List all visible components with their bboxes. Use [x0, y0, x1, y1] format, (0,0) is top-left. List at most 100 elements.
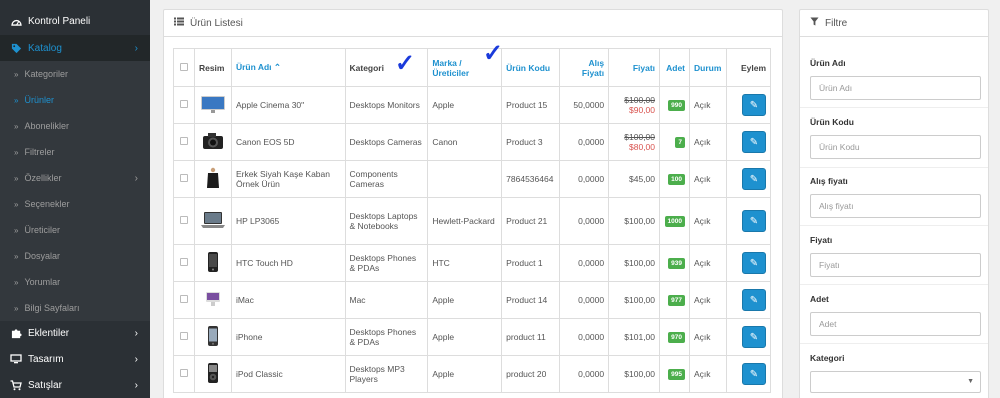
product-quantity: 970 [659, 318, 690, 356]
sort-asc-icon: ⌃ [273, 62, 282, 72]
product-category: Mac [344, 281, 429, 319]
filter-label-code: Ürün Kodu [810, 117, 854, 127]
row-checkbox[interactable] [173, 160, 195, 198]
edit-button[interactable]: ✎ [742, 363, 766, 385]
product-table: Resim Ürün Adı ⌃ Kategori Marka / Üretic… [173, 48, 772, 393]
sidebar-subitem-label: Yorumlar [24, 277, 61, 287]
product-image [193, 86, 232, 124]
column-header-purchase-price[interactable]: Alış Fiyatı [559, 48, 610, 87]
product-status: Açık [689, 86, 727, 124]
sidebar-subitem-attributes[interactable]: » Özellikler › [0, 165, 150, 191]
checkbox-box[interactable] [179, 174, 188, 182]
row-checkbox[interactable] [173, 86, 195, 124]
laptop-thumbnail [200, 212, 225, 228]
sidebar-item-label: Tasarım [28, 353, 64, 365]
sidebar-subitem-products[interactable]: » Ürünler [0, 87, 150, 113]
filter-group-category: Kategori ▼ [800, 353, 988, 393]
sidebar-item-design[interactable]: Tasarım › [0, 346, 150, 372]
annotation-checkmark-icon: ✓ [395, 50, 416, 77]
product-purchase-price: 0,0000 [559, 197, 610, 245]
checkbox-box[interactable] [179, 369, 188, 377]
product-status: Açık [689, 318, 727, 356]
filter-panel: Filtre Ürün Adı Ürün Adı Ürün Kodu Ürün … [799, 9, 989, 398]
product-quantity: 977 [659, 281, 690, 319]
edit-button[interactable]: ✎ [742, 326, 766, 348]
column-header-status[interactable]: Durum [689, 48, 727, 87]
table-row: HTC Touch HD Desktops Phones & PDAs HTC … [173, 244, 772, 282]
product-category: Desktops Phones & PDAs [344, 244, 429, 282]
row-checkbox[interactable] [173, 355, 195, 393]
row-checkbox[interactable] [173, 123, 195, 161]
edit-button[interactable]: ✎ [742, 289, 766, 311]
product-category: Desktops Laptops & Notebooks [344, 197, 429, 245]
product-name-filter-input[interactable]: Ürün Adı [810, 76, 981, 100]
product-image [193, 197, 232, 245]
product-brand: Canon [427, 123, 503, 161]
edit-button[interactable]: ✎ [742, 94, 766, 116]
sidebar-subitem-subscriptions[interactable]: » Abonelikler [0, 113, 150, 139]
tag-icon [9, 43, 23, 54]
select-all-checkbox[interactable] [173, 48, 195, 87]
checkbox-box[interactable] [179, 258, 188, 266]
divider [800, 284, 988, 285]
sidebar-subitem-manufacturers[interactable]: » Üreticiler [0, 217, 150, 243]
price-filter-input[interactable]: Fiyatı [810, 253, 981, 277]
checkbox-box[interactable] [179, 332, 188, 340]
sidebar-item-extensions[interactable]: Eklentiler › [0, 320, 150, 346]
product-code: product 20 [501, 355, 561, 393]
sidebar-subitem-label: Ürünler [24, 95, 54, 105]
product-brand: Hewlett-Packard [427, 197, 503, 245]
sidebar-subitem-label: Üreticiler [24, 225, 60, 235]
column-header-name-label[interactable]: Ürün Adı [236, 62, 272, 72]
quantity-filter-input[interactable]: Adet [810, 312, 981, 336]
quantity-badge: 1000 [664, 216, 685, 227]
row-action: ✎ [725, 355, 772, 393]
checkbox-box[interactable] [179, 62, 188, 71]
sidebar-item-sales[interactable]: Satışlar › [0, 372, 150, 398]
sidebar-subitem-information[interactable]: » Bilgi Sayfaları [0, 295, 150, 321]
checkbox-box[interactable] [179, 216, 188, 224]
purchase-price-filter-input[interactable]: Alış fiyatı [810, 194, 981, 218]
column-header-quantity[interactable]: Adet [659, 48, 690, 87]
product-code: Product 15 [501, 86, 561, 124]
sidebar-item-catalog[interactable]: Katalog › [0, 35, 150, 61]
product-image [193, 281, 232, 319]
row-checkbox[interactable] [173, 197, 195, 245]
row-checkbox[interactable] [173, 281, 195, 319]
edit-button[interactable]: ✎ [742, 168, 766, 190]
sidebar-subitem-categories[interactable]: » Kategoriler [0, 61, 150, 87]
checkbox-box[interactable] [179, 137, 188, 145]
filter-label-category: Kategori [810, 353, 845, 363]
checkbox-box[interactable] [179, 100, 188, 108]
product-code-filter-input[interactable]: Ürün Kodu [810, 135, 981, 159]
filter-title: Filtre [825, 17, 848, 29]
product-brand [427, 160, 503, 198]
column-header-code[interactable]: Ürün Kodu [501, 48, 561, 87]
product-status: Açık [689, 355, 727, 393]
sidebar-item-dashboard[interactable]: Kontrol Paneli [0, 8, 150, 34]
column-header-price[interactable]: Fiyatı [608, 48, 661, 87]
product-code: Product 14 [501, 281, 561, 319]
column-header-name[interactable]: Ürün Adı ⌃ [230, 48, 346, 87]
row-checkbox[interactable] [173, 244, 195, 282]
sidebar-item-label: Kontrol Paneli [28, 15, 91, 27]
column-header-action: Eylem [725, 48, 772, 87]
edit-button[interactable]: ✎ [742, 252, 766, 274]
sidebar-subitem-filters[interactable]: » Filtreler [0, 139, 150, 165]
edit-button[interactable]: ✎ [742, 210, 766, 232]
product-category: Components Cameras [344, 160, 429, 198]
sidebar-item-label: Satışlar [28, 379, 62, 391]
row-checkbox[interactable] [173, 318, 195, 356]
category-filter-select[interactable]: ▼ [810, 371, 981, 393]
edit-button[interactable]: ✎ [742, 131, 766, 153]
panel-header: Ürün Listesi [164, 10, 782, 37]
sidebar-subitem-reviews[interactable]: » Yorumlar [0, 269, 150, 295]
chevron-right-icon: › [134, 172, 138, 184]
sidebar-subitem-options[interactable]: » Seçenekler [0, 191, 150, 217]
product-status: Açık [689, 160, 727, 198]
checkbox-box[interactable] [179, 295, 188, 303]
product-name: iPhone [230, 318, 346, 356]
quantity-badge: 977 [668, 295, 685, 306]
product-image [193, 123, 232, 161]
sidebar-subitem-downloads[interactable]: » Dosyalar [0, 243, 150, 269]
